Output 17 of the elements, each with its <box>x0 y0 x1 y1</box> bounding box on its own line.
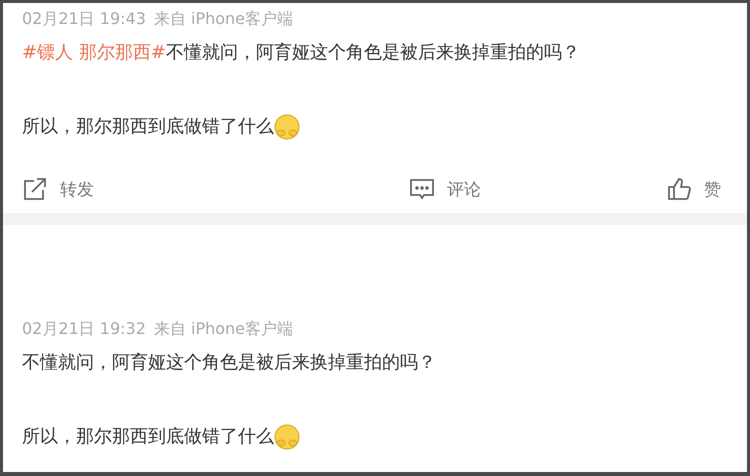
emoji-icon <box>274 424 300 450</box>
post-source: 来自 iPhone客户端 <box>154 318 294 340</box>
post-text: 不懂就问，阿育娅这个角色是被后来换掉重拍的吗？ <box>22 351 436 375</box>
post-text: 所以，那尔那西到底做错了什么 <box>22 425 274 449</box>
post-text: 不懂就问，阿育娅这个角色是被后来换掉重拍的吗？ <box>166 41 580 65</box>
thumbs-up-icon <box>666 176 692 202</box>
post-source: 来自 iPhone客户端 <box>154 8 294 30</box>
share-icon <box>22 176 48 202</box>
emoji-icon <box>274 114 300 140</box>
comment-icon <box>409 176 435 202</box>
post-time: 02月21日 19:43 <box>22 8 146 30</box>
share-button[interactable]: 转发 <box>22 176 94 202</box>
topic-link[interactable]: #镖人 那尔那西# <box>22 39 166 67</box>
post-text: 所以，那尔那西到底做错了什么 <box>22 115 274 139</box>
comment-button[interactable]: 评论 <box>409 176 481 202</box>
post-time: 02月21日 19:32 <box>22 318 146 340</box>
like-button[interactable]: 赞 <box>666 176 721 202</box>
